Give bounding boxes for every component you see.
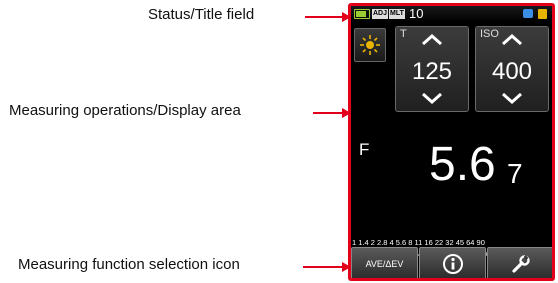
callout-function-icon: Measuring function selection icon — [18, 256, 240, 273]
memory-icon — [523, 9, 533, 18]
iso-control: ISO 400 — [475, 26, 549, 112]
callout-status-title: Status/Title field — [148, 6, 255, 23]
scale-labels: 1 1.4 2 2.8 4 5.6 8 11 16 22 32 45 64 90 — [352, 238, 485, 247]
down-chevron-icon — [422, 92, 442, 105]
light-source-button[interactable] — [354, 28, 386, 62]
sun-icon — [360, 35, 380, 55]
callout-arrow-function — [303, 266, 343, 268]
wrench-icon — [511, 255, 530, 273]
aperture-label: F — [359, 140, 370, 159]
callout-arrow-status — [305, 16, 343, 18]
shutter-value: 125 — [411, 58, 453, 85]
meter-screen: ADJ MLT 10 T 125 ISO 400 F 5.6 7 1 1.4 2… — [351, 6, 552, 278]
settings-button[interactable] — [487, 247, 552, 278]
iso-value: 400 — [491, 58, 533, 85]
ave-ev-label: AVE/ΔEV — [365, 259, 404, 269]
aperture-tenths: 7 — [507, 158, 523, 189]
function-info-button[interactable] — [419, 247, 486, 278]
battery-icon — [354, 9, 370, 19]
status-tag-adj: ADJ — [372, 9, 389, 19]
shutter-down-button[interactable] — [396, 91, 468, 109]
down-chevron-icon — [502, 92, 522, 105]
up-chevron-icon — [502, 33, 522, 46]
shutter-control: T 125 — [395, 26, 469, 112]
status-value: 10 — [409, 6, 424, 21]
status-title-bar: ADJ MLT 10 — [351, 6, 552, 22]
info-icon — [442, 254, 463, 274]
lock-icon — [538, 9, 547, 19]
iso-down-button[interactable] — [476, 91, 548, 109]
status-tag-mlt: MLT — [389, 9, 405, 19]
ave-ev-button[interactable]: AVE/ΔEV — [351, 247, 418, 278]
callout-display-area: Measuring operations/Display area — [9, 102, 241, 119]
up-chevron-icon — [422, 33, 442, 46]
shutter-up-button[interactable] — [396, 33, 468, 51]
callout-arrow-display — [313, 112, 343, 114]
aperture-value: 5.6 — [429, 138, 496, 191]
meter-device-frame: ADJ MLT 10 T 125 ISO 400 F 5.6 7 1 1.4 2… — [348, 3, 555, 281]
iso-up-button[interactable] — [476, 33, 548, 51]
